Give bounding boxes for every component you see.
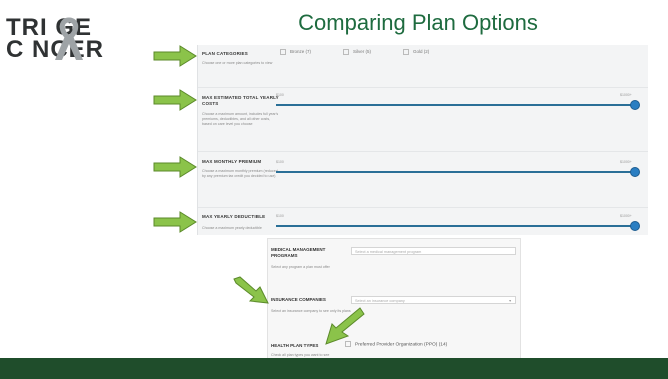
- callout-arrow-icon: [233, 276, 269, 304]
- chevron-down-icon: ▾: [509, 299, 511, 303]
- checkbox-icon: [280, 49, 286, 55]
- max-monthly-premium-row: MAX MONTHLY PREMIUM Choose a maximum mon…: [198, 155, 648, 210]
- deductible-slider-track[interactable]: [276, 225, 636, 227]
- deductible-slider-handle[interactable]: [630, 221, 640, 231]
- plan-categories-label: PLAN CATEGORIES: [202, 51, 248, 56]
- plan-categories-desc: Choose one or more plan categories to vi…: [202, 61, 273, 65]
- monthly-premium-slider-handle[interactable]: [630, 167, 640, 177]
- max-yearly-deductible-desc: Choose a maximum yearly deductible: [202, 226, 262, 230]
- max-yearly-deductible-row: MAX YEARLY DEDUCTIBLE Choose a maximum y…: [198, 210, 648, 240]
- callout-arrow-icon: [153, 156, 197, 178]
- insurance-companies-label: INSURANCE COMPANIES: [271, 297, 326, 302]
- callout-arrow-icon: [153, 89, 197, 111]
- silver-checkbox[interactable]: Silver (5): [343, 49, 371, 55]
- max-monthly-premium-label: MAX MONTHLY PREMIUM: [202, 159, 262, 164]
- insurance-select-placeholder: Select an insurance company: [355, 299, 405, 303]
- monthly-premium-slider-track[interactable]: [276, 171, 636, 173]
- callout-arrow-icon: [153, 211, 197, 233]
- divider: [198, 151, 648, 152]
- max-total-costs-desc: Choose a maximum amount, includes full y…: [202, 112, 279, 126]
- slide-title: Comparing Plan Options: [298, 10, 538, 35]
- cancer-ribbon-icon: [55, 17, 83, 60]
- max-total-costs-row: MAX ESTIMATED TOTAL YEARLY COSTS Choose …: [198, 90, 648, 150]
- medical-management-desc: Select any program a plan must offer: [271, 265, 330, 269]
- divider: [198, 87, 648, 88]
- lower-filter-panel: MEDICAL MANAGEMENT PROGRAMS Select any p…: [267, 238, 521, 370]
- slider-max-label: $1000+: [620, 160, 632, 164]
- slider-min-label: $100: [276, 160, 284, 164]
- gold-checkbox[interactable]: Gold (2): [403, 49, 429, 55]
- slider-min-label: $100: [276, 214, 284, 218]
- checkbox-icon: [403, 49, 409, 55]
- bronze-checkbox[interactable]: Bronze (7): [280, 49, 311, 55]
- checkbox-icon: [343, 49, 349, 55]
- medical-management-select[interactable]: Select a medical management program: [351, 247, 516, 255]
- plan-categories-row: PLAN CATEGORIES Choose one or more plan …: [198, 45, 648, 87]
- total-costs-slider-handle[interactable]: [630, 100, 640, 110]
- slider-min-label: $100: [276, 93, 284, 97]
- divider: [198, 207, 648, 208]
- slider-max-label: $1000+: [620, 93, 632, 97]
- insurance-companies-select[interactable]: Select an insurance company ▾: [351, 296, 516, 304]
- max-total-costs-label: MAX ESTIMATED TOTAL YEARLY COSTS: [202, 95, 279, 106]
- footer-bar: [0, 358, 668, 379]
- callout-arrow-icon: [153, 45, 197, 67]
- triage-cancer-logo: TRI GE C NCER: [6, 14, 146, 66]
- medical-management-label: MEDICAL MANAGEMENT PROGRAMS: [271, 247, 326, 258]
- max-yearly-deductible-label: MAX YEARLY DEDUCTIBLE: [202, 214, 266, 219]
- slider-max-label: $1000+: [620, 214, 632, 218]
- total-costs-slider-track[interactable]: [276, 104, 636, 106]
- plan-filter-panel: PLAN CATEGORIES Choose one or more plan …: [197, 45, 648, 235]
- max-monthly-premium-desc: Choose a maximum monthly premium (reduce…: [202, 169, 278, 178]
- callout-arrow-icon: [325, 307, 365, 345]
